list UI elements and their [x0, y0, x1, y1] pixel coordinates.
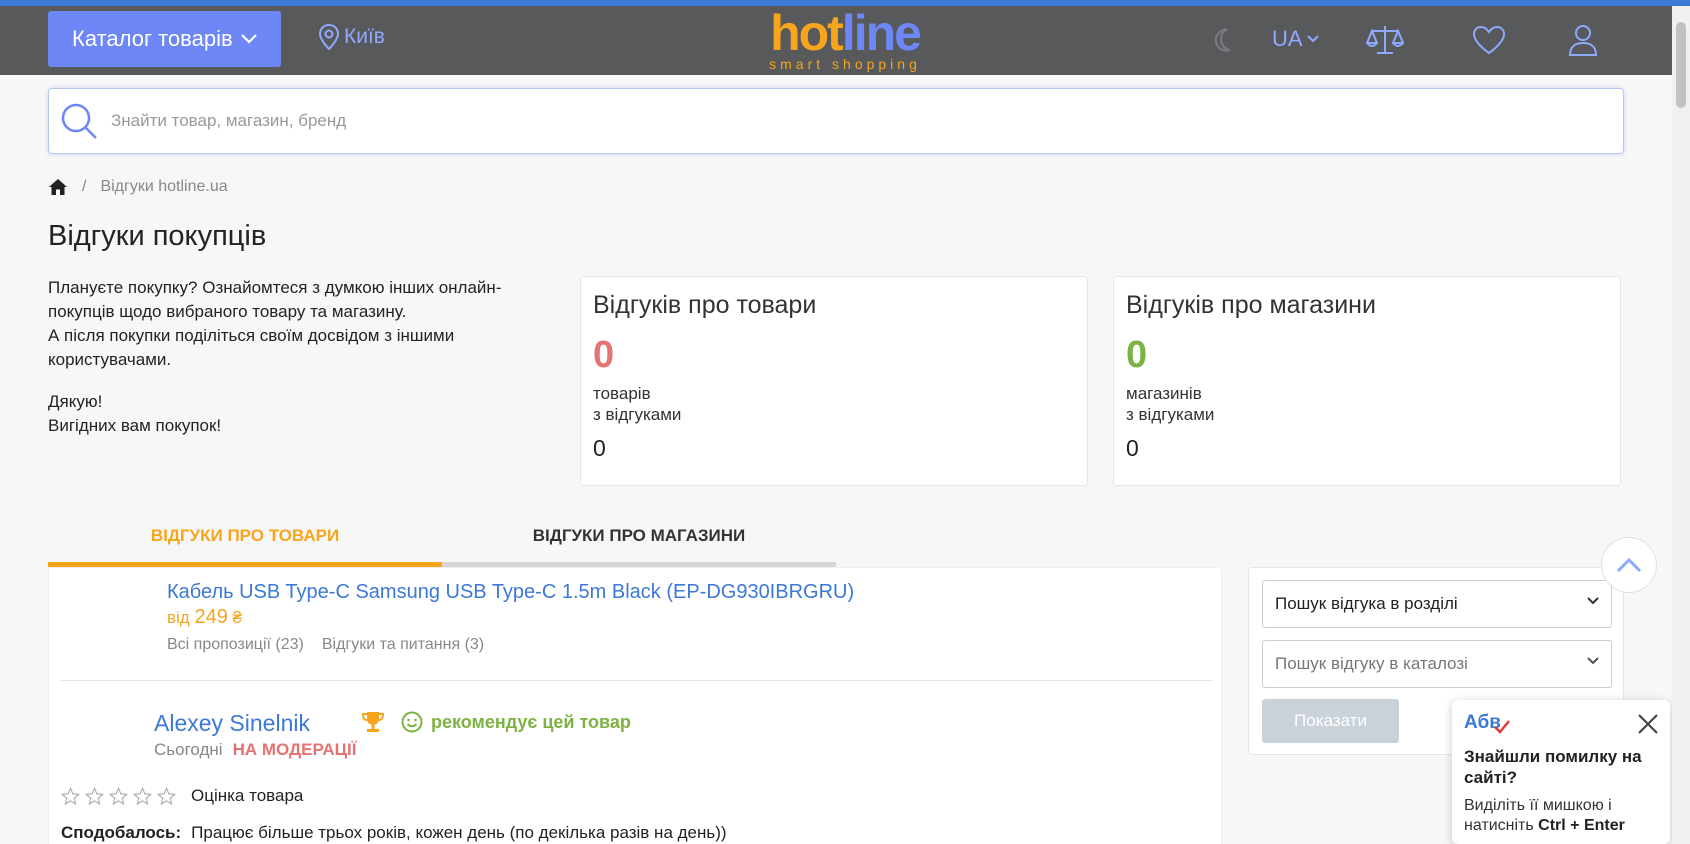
recommend-badge: рекомендує цей товар	[361, 710, 631, 734]
checkmark-icon	[1494, 720, 1510, 734]
stat-label: товарів з відгуками	[593, 384, 682, 424]
logo-hot: hot	[770, 5, 844, 61]
stat-label: магазинів з відгуками	[1126, 384, 1215, 424]
star-icon	[85, 786, 104, 805]
review-meta: Сьогодні НА МОДЕРАЦІЇ	[154, 740, 356, 760]
breadcrumb-current: Відгуки hotline.ua	[100, 178, 228, 195]
logo-tagline: smart shopping	[769, 56, 921, 72]
stat-number: 0	[1126, 334, 1148, 376]
chevron-down-icon	[1306, 35, 1319, 43]
scroll-to-top-button[interactable]	[1601, 537, 1657, 593]
hotline-logo[interactable]: hotline smart shopping	[760, 8, 930, 72]
liked-label: Сподобалось:	[61, 823, 182, 842]
star-icon	[133, 786, 152, 805]
review-list: Кабель USB Type-C Samsung USB Type-C 1.5…	[48, 567, 1222, 844]
moon-icon	[1214, 28, 1231, 52]
star-icon	[61, 786, 80, 805]
liked-text: Працює більше трьох років, кожен день (п…	[191, 823, 727, 842]
all-offers-link[interactable]: Всі пропозиції (23)	[167, 636, 304, 654]
divider	[61, 680, 1213, 681]
product-price: від 249 ₴	[167, 606, 243, 628]
user-icon	[1568, 25, 1598, 56]
compare-button[interactable]	[1365, 20, 1405, 60]
shop-reviews-stat-card: Відгуків про магазини 0 магазинів з відгу…	[1113, 276, 1621, 486]
language-label: UA	[1272, 26, 1303, 51]
review-author[interactable]: Alexey Sinelnik	[154, 710, 310, 737]
popup-shortcut: Ctrl + Enter	[1538, 817, 1625, 834]
intro-wish: Вигідних вам покупок!	[48, 416, 222, 435]
section-filter-select[interactable]: Пошук відгука в розділі	[1262, 580, 1612, 628]
intro-text: Плануєте покупку? Ознайомтеся з думкою і…	[48, 276, 548, 456]
home-icon[interactable]	[48, 178, 68, 196]
city-label: Київ	[344, 25, 385, 48]
scrollbar-thumb[interactable]	[1676, 22, 1686, 108]
stat-count: 0	[593, 435, 606, 461]
review-date: Сьогодні	[154, 740, 223, 759]
review-liked: Сподобалось: Працює більше трьох років, к…	[61, 823, 727, 843]
review-tabs: ВІДГУКИ ПРО ТОВАРИ ВІДГУКИ ПРО МАГАЗИНИ	[48, 510, 836, 567]
breadcrumb: / Відгуки hotline.ua	[48, 178, 228, 196]
product-link[interactable]: Кабель USB Type-C Samsung USB Type-C 1.5…	[167, 581, 854, 604]
stat-title: Відгуків про товари	[593, 291, 817, 319]
product-meta: Всі пропозиції (23) Відгуки та питання (…	[167, 636, 484, 654]
language-selector[interactable]: UA	[1272, 26, 1319, 52]
stat-count: 0	[1126, 435, 1139, 461]
show-button[interactable]: Показати	[1262, 699, 1399, 743]
product-reviews-stat-card: Відгуків про товари 0 товарів з відгуками…	[580, 276, 1088, 486]
breadcrumb-separator: /	[82, 178, 87, 195]
trophy-icon	[361, 712, 385, 732]
error-report-popup: Абв Знайшли помилку на сайті? Виділіть ї…	[1452, 700, 1670, 844]
star-icon	[157, 786, 176, 805]
chevron-down-icon	[1587, 657, 1599, 665]
chevron-down-icon	[240, 34, 257, 44]
intro-line-1: Плануєте покупку? Ознайомтеся з думкою і…	[48, 278, 502, 321]
catalog-label: Каталог товарів	[72, 26, 233, 51]
close-icon[interactable]	[1636, 712, 1660, 736]
catalog-filter-value: Пошук відгуку в каталозі	[1275, 654, 1468, 673]
rating-stars: Оцінка товара	[61, 786, 303, 806]
tab-shop-reviews[interactable]: ВІДГУКИ ПРО МАГАЗИНИ	[442, 510, 836, 567]
search-input[interactable]	[111, 111, 1511, 131]
page-scrollbar[interactable]	[1672, 6, 1690, 844]
heart-icon	[1472, 25, 1506, 55]
catalog-filter-select[interactable]: Пошук відгуку в каталозі	[1262, 640, 1612, 688]
account-button[interactable]	[1563, 20, 1603, 60]
location-pin-icon	[318, 24, 340, 50]
theme-toggle[interactable]	[1203, 20, 1243, 60]
scales-icon	[1366, 26, 1404, 54]
section-filter-value: Пошук відгука в розділі	[1275, 594, 1458, 613]
smile-icon	[401, 711, 423, 733]
rating-label: Оцінка товара	[191, 786, 304, 805]
popup-title: Знайшли помилку на сайті?	[1464, 747, 1642, 787]
search-bar[interactable]	[48, 88, 1624, 154]
star-icon	[109, 786, 128, 805]
stat-title: Відгуків про магазини	[1126, 291, 1376, 319]
stat-number: 0	[593, 334, 615, 376]
popup-text: Виділіть її мишкою і натисніть Ctrl + En…	[1464, 797, 1625, 834]
search-icon	[61, 103, 97, 139]
questions-link[interactable]: Відгуки та питання (3)	[322, 636, 484, 654]
logo-line: line	[841, 5, 922, 61]
intro-line-2: А після покупки поділіться своїм досвідо…	[48, 326, 455, 369]
abv-badge: Абв	[1464, 712, 1658, 734]
intro-thanks: Дякую!	[48, 392, 103, 411]
moderation-status: НА МОДЕРАЦІЇ	[232, 740, 357, 759]
header: Каталог товарів Київ hotline smart shopp…	[0, 6, 1690, 75]
tab-product-reviews[interactable]: ВІДГУКИ ПРО ТОВАРИ	[48, 510, 442, 567]
chevron-up-icon	[1616, 557, 1642, 573]
city-selector[interactable]: Київ	[318, 24, 385, 50]
chevron-down-icon	[1587, 597, 1599, 605]
catalog-button[interactable]: Каталог товарів	[48, 11, 281, 67]
favorites-button[interactable]	[1469, 20, 1509, 60]
page-title: Відгуки покупців	[48, 220, 267, 252]
recommend-text: рекомендує цей товар	[431, 711, 631, 732]
